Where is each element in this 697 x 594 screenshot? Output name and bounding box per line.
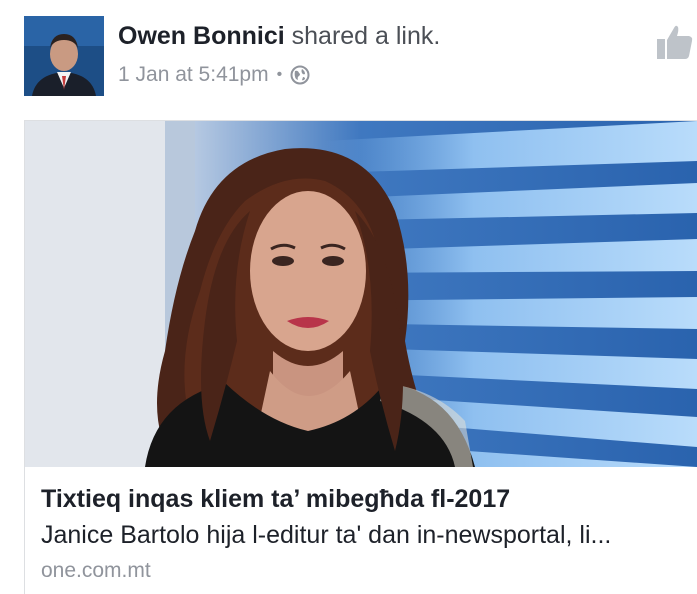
link-description: Janice Bartolo hija l-editur ta' dan in-… <box>41 521 612 549</box>
link-title[interactable]: Tixtieq inqas kliem ta’ mibegħda fl-2017 <box>41 485 681 514</box>
post-header: Owen Bonnici shared a link. <box>118 22 440 51</box>
feed-post: Owen Bonnici shared a link. 1 Jan at 5:4… <box>0 0 697 594</box>
meta-separator: • <box>276 66 283 83</box>
thumbs-up-icon[interactable] <box>655 22 695 62</box>
globe-icon[interactable] <box>290 65 310 85</box>
post-action-text: shared a link. <box>291 22 441 50</box>
link-preview-card[interactable]: Tixtieq inqas kliem ta’ mibegħda fl-2017… <box>24 120 697 594</box>
link-preview-image[interactable] <box>25 121 697 467</box>
avatar[interactable] <box>24 16 104 96</box>
post-timestamp[interactable]: 1 Jan at 5:41pm <box>118 63 269 87</box>
author-name[interactable]: Owen Bonnici <box>118 22 285 50</box>
link-domain: one.com.mt <box>41 559 151 582</box>
post-meta: 1 Jan at 5:41pm • <box>118 63 310 87</box>
